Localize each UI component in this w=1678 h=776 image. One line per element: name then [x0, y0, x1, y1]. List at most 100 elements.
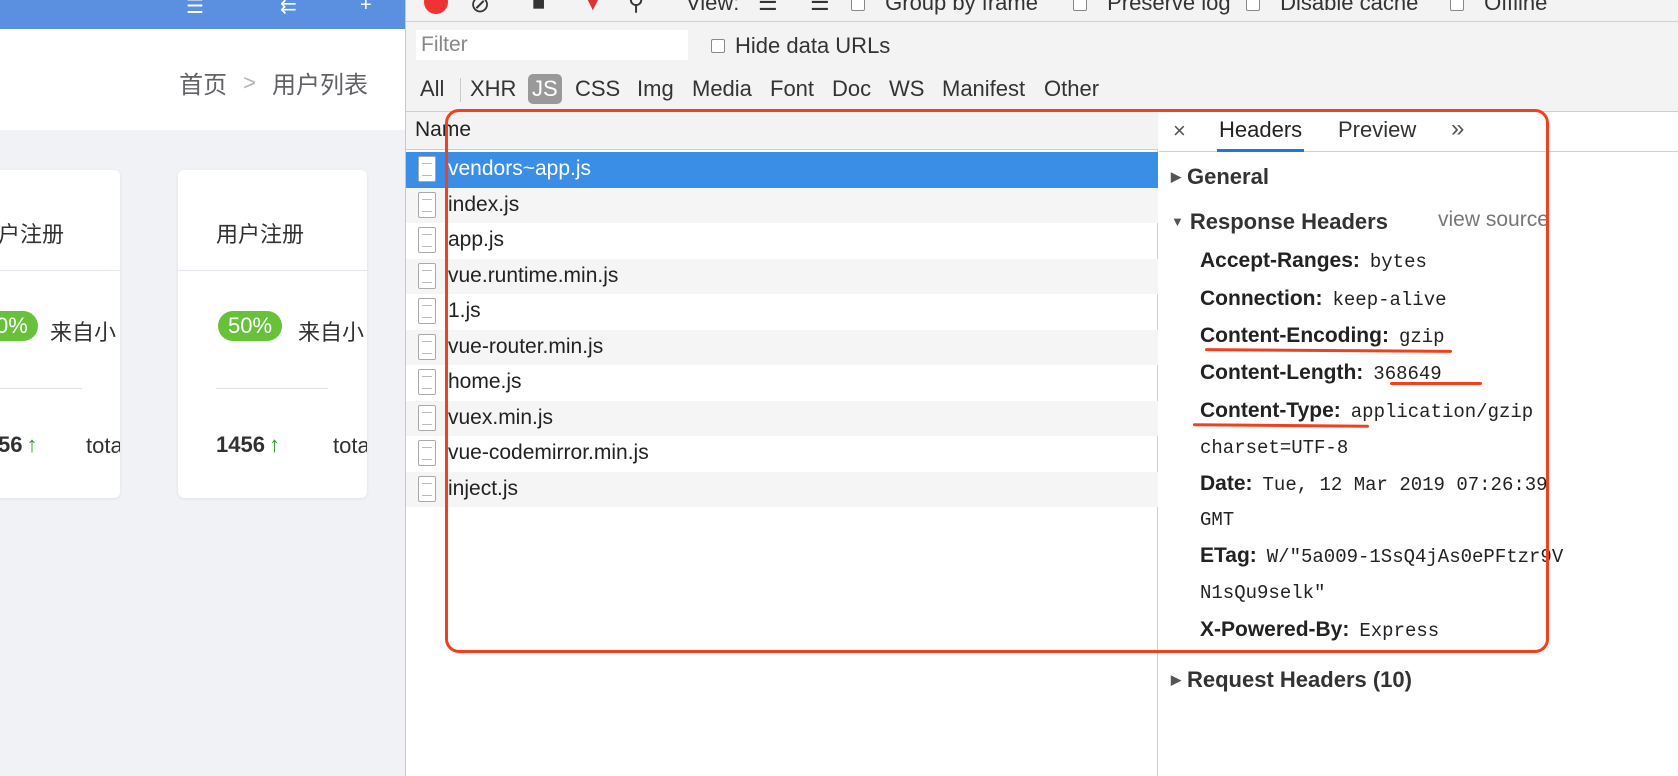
- web-app: ☰ ⇇ + 首页 > 用户列表 户注册 0% 来自小 56 ↑ tota 用户注册…: [0, 0, 405, 776]
- name-column-header[interactable]: Name: [406, 112, 1158, 150]
- file-icon: [418, 440, 436, 466]
- arrow-up-icon: ↑: [268, 432, 280, 457]
- filter-type-doc[interactable]: Doc: [828, 74, 875, 104]
- request-row[interactable]: vue-codemirror.min.js: [406, 436, 1158, 472]
- request-row[interactable]: index.js: [406, 187, 1158, 223]
- filter-type-font[interactable]: Font: [766, 74, 818, 104]
- request-name: home.js: [448, 370, 522, 393]
- request-headers-section-toggle[interactable]: ▶ Request Headers (10): [1171, 667, 1412, 693]
- card-count: 1456 ↑: [216, 432, 280, 457]
- fold-icon[interactable]: ⇇: [280, 0, 297, 19]
- request-row-selected[interactable]: vendors~app.js: [406, 152, 1158, 188]
- filter-type-ws[interactable]: WS: [885, 74, 928, 104]
- header-key: Accept-Ranges:: [1200, 249, 1360, 272]
- request-name: inject.js: [448, 476, 519, 500]
- more-tabs-icon[interactable]: »: [1451, 115, 1464, 143]
- filter-type-xhr[interactable]: XHR: [466, 74, 520, 104]
- request-row[interactable]: vue.runtime.min.js: [406, 258, 1158, 294]
- plus-icon[interactable]: +: [360, 0, 372, 17]
- header-etag: ETag: W/"5a009-1SsQ4jAs0ePFtzr9V: [1200, 544, 1563, 568]
- request-list: Name vendors~app.js index.js app.js vue.…: [406, 112, 1158, 776]
- stat-card: 户注册 0% 来自小 56 ↑ tota: [0, 170, 120, 498]
- caret-down-icon: ▼: [1171, 214, 1184, 229]
- view-label: View:: [686, 0, 740, 15]
- response-headers-label: Response Headers: [1189, 209, 1388, 234]
- filter-type-img[interactable]: Img: [633, 74, 678, 104]
- large-rows-icon[interactable]: ☰: [758, 0, 778, 16]
- request-name: index.js: [448, 192, 520, 216]
- offline-option[interactable]: Offline: [1450, 0, 1547, 16]
- filter-type-all[interactable]: All: [416, 74, 448, 104]
- header-value: application/gzip: [1350, 401, 1534, 423]
- filter-type-other[interactable]: Other: [1040, 74, 1103, 104]
- app-top-bar: ☰ ⇇ +: [0, 0, 405, 29]
- request-row[interactable]: inject.js: [406, 471, 1158, 507]
- filter-bar: Hide data URLs: [406, 22, 1678, 66]
- close-icon[interactable]: ×: [1173, 118, 1186, 144]
- filter-funnel-icon[interactable]: ▼: [582, 0, 604, 16]
- group-by-frame-checkbox[interactable]: [851, 0, 865, 12]
- header-x-powered-by: X-Powered-By: Express: [1200, 618, 1439, 642]
- record-icon[interactable]: [424, 0, 448, 14]
- preserve-log-option[interactable]: Preserve log: [1073, 0, 1231, 16]
- offline-checkbox[interactable]: [1450, 0, 1464, 12]
- request-row[interactable]: vuex.min.js: [406, 400, 1158, 436]
- general-section-toggle[interactable]: ▶ General: [1171, 164, 1269, 190]
- header-value-continuation: N1sQu9selk": [1200, 582, 1326, 604]
- clear-icon[interactable]: ⊘: [470, 0, 490, 19]
- filter-type-css[interactable]: CSS: [571, 74, 624, 104]
- card-divider: [0, 388, 82, 389]
- group-by-frame-label: Group by frame: [885, 0, 1038, 15]
- request-row[interactable]: vue-router.min.js: [406, 329, 1158, 365]
- request-name: vue.runtime.min.js: [448, 263, 619, 287]
- view-source-link[interactable]: view source: [1438, 208, 1549, 232]
- tab-preview[interactable]: Preview: [1338, 112, 1416, 152]
- request-name: 1.js: [448, 299, 481, 322]
- search-icon[interactable]: ⚲: [628, 0, 644, 16]
- header-value-continuation: charset=UTF-8: [1200, 437, 1349, 459]
- request-detail-pane: × Headers Preview » ▶ General ▼ Response H…: [1159, 112, 1678, 776]
- response-headers-section-toggle[interactable]: ▼ Response Headers: [1171, 209, 1388, 235]
- filter-type-media[interactable]: Media: [688, 74, 756, 104]
- header-key: Content-Length:: [1200, 361, 1364, 384]
- request-name: vue-router.min.js: [448, 334, 604, 358]
- breadcrumb-current: 用户列表: [272, 72, 368, 99]
- hide-data-urls-label: Hide data URLs: [735, 33, 891, 58]
- tab-headers[interactable]: Headers: [1217, 112, 1305, 152]
- card-divider: [0, 270, 120, 271]
- request-row[interactable]: home.js: [406, 365, 1158, 401]
- general-section-label: General: [1187, 164, 1269, 189]
- caret-right-icon: ▶: [1171, 169, 1181, 184]
- card-source: 来自小: [298, 320, 365, 345]
- file-icon: [418, 156, 436, 182]
- file-icon: [418, 227, 436, 253]
- breadcrumb-home[interactable]: 首页: [179, 65, 227, 100]
- hide-data-urls-option[interactable]: Hide data URLs: [711, 33, 890, 59]
- camera-icon[interactable]: ■: [532, 0, 545, 16]
- file-icon: [418, 298, 436, 324]
- disable-cache-option[interactable]: Disable cache: [1246, 0, 1418, 16]
- menu-icon[interactable]: ☰: [186, 0, 204, 19]
- header-value: bytes: [1369, 251, 1427, 273]
- card-divider: [178, 270, 367, 271]
- header-key: Date:: [1200, 472, 1253, 495]
- disable-cache-checkbox[interactable]: [1246, 0, 1260, 12]
- hide-data-urls-checkbox[interactable]: [711, 39, 725, 53]
- stat-card: 用户注册 50% 来自小 1456 ↑ tota: [178, 170, 367, 498]
- request-name: app.js: [448, 228, 505, 251]
- detail-tabbar: × Headers Preview »: [1159, 112, 1678, 152]
- waterfall-icon[interactable]: ☰: [810, 0, 830, 16]
- breadcrumb-separator-icon: >: [243, 69, 256, 95]
- request-row[interactable]: app.js: [406, 223, 1158, 259]
- filter-type-js[interactable]: JS: [528, 74, 562, 104]
- filter-type-manifest[interactable]: Manifest: [938, 74, 1029, 104]
- card-divider: [216, 388, 328, 389]
- header-content-encoding: Content-Encoding: gzip: [1200, 324, 1445, 348]
- group-by-frame-option[interactable]: Group by frame: [851, 0, 1038, 16]
- filter-input[interactable]: [416, 30, 688, 60]
- header-value: gzip: [1398, 326, 1445, 348]
- header-key: Connection:: [1200, 287, 1323, 310]
- header-value: keep-alive: [1332, 289, 1447, 311]
- preserve-log-checkbox[interactable]: [1073, 0, 1087, 12]
- request-row[interactable]: 1.js: [406, 294, 1158, 330]
